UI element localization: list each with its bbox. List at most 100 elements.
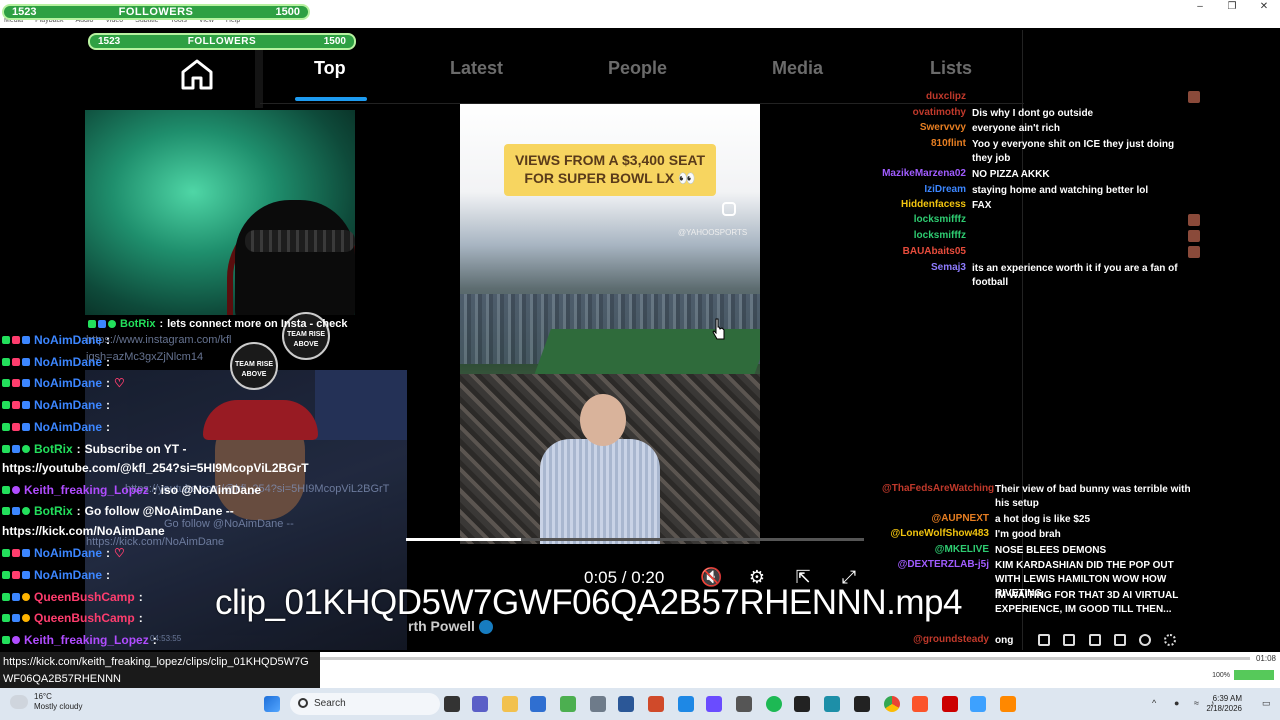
chat-username — [882, 589, 989, 617]
home-icon[interactable] — [180, 58, 214, 90]
chat-separator: : — [76, 442, 81, 456]
clip-url[interactable]: https://kick.com/keith_freaking_lopez/cl… — [0, 652, 320, 688]
file-explorer-icon[interactable] — [502, 696, 518, 712]
chat-username: 810flint — [930, 138, 966, 149]
app-icon[interactable] — [560, 696, 576, 712]
active-app-icon[interactable] — [970, 696, 986, 712]
chat-link[interactable]: https://kick.com/NoAimDane — [2, 524, 165, 538]
followers-count: 1523 — [12, 6, 37, 18]
caption-line: FOR SUPER BOWL LX 👀 — [524, 170, 696, 186]
brave-icon[interactable] — [912, 696, 928, 712]
chat-row: NoAimDane : — [2, 420, 114, 434]
task-view-icon[interactable] — [444, 696, 460, 712]
minimize-button[interactable]: – — [1184, 0, 1216, 14]
chat-message: its an experience worth it if you are a … — [972, 263, 1178, 288]
game-icon[interactable] — [706, 696, 722, 712]
tab-people[interactable]: People — [608, 58, 667, 79]
weather-widget[interactable]: 16°C Mostly cloudy — [10, 692, 82, 712]
chat-message: NOSE BLEES DEMONS — [995, 545, 1107, 556]
seek-bar[interactable] — [320, 657, 1250, 660]
volume-label: 100% — [1212, 672, 1230, 679]
chat-row: @AUPNEXT a hot dog is like $25 — [882, 513, 1195, 527]
maximize-button[interactable]: ❐ — [1216, 0, 1248, 14]
active-tab-indicator — [295, 97, 367, 101]
chat-badges-icon — [2, 593, 30, 601]
system-clock[interactable]: 6:39 AM 2/18/2026 — [1206, 694, 1242, 714]
chat-separator: : — [106, 333, 111, 347]
tab-media[interactable]: Media — [772, 58, 823, 79]
tab-latest[interactable]: Latest — [450, 58, 503, 79]
chat-separator: : — [106, 376, 111, 390]
start-icon[interactable] — [264, 696, 280, 712]
close-button[interactable]: ✕ — [1248, 0, 1280, 14]
app-icon[interactable] — [648, 696, 664, 712]
popout-icon[interactable] — [1038, 634, 1050, 646]
clip-filename: clip_01KHQD5W7GWF06QA2B57RHENNN.mp4 — [215, 583, 962, 622]
spectator-head — [580, 394, 626, 446]
chat-row: Hiddenfacess FAX — [876, 199, 1182, 213]
video-progress-fill — [406, 538, 521, 541]
gear-icon[interactable] — [1164, 634, 1176, 646]
chat-row: IziDream staying home and watching better… — [876, 184, 1182, 198]
wifi-icon[interactable]: ≈ — [1194, 698, 1204, 708]
chrome-icon[interactable] — [884, 696, 900, 712]
followers-goal-bar: 1523 FOLLOWERS 1500 — [2, 4, 310, 20]
microphone-icon[interactable]: ● — [1174, 698, 1184, 708]
followers-goal: 1500 — [323, 36, 346, 47]
chevron-up-icon[interactable]: ^ — [1152, 698, 1162, 708]
search-icon — [298, 698, 308, 708]
app-icon[interactable] — [942, 696, 958, 712]
teams-icon[interactable] — [472, 696, 488, 712]
photos-icon[interactable] — [618, 696, 634, 712]
app-icon[interactable] — [854, 696, 870, 712]
taskbar-search[interactable]: Search — [290, 693, 440, 715]
target-icon[interactable] — [1139, 634, 1151, 646]
vlc-icon[interactable] — [1000, 696, 1016, 712]
bandana — [245, 230, 355, 252]
spectator-shirt — [540, 439, 660, 544]
chat-row: BotRix : lets connect more on Insta - ch… — [88, 318, 347, 330]
chat-message: Dis why I dont go outside — [972, 108, 1094, 119]
store-icon[interactable] — [530, 696, 546, 712]
badge-text: TEAM RISE ABOVE — [234, 361, 274, 378]
tab-lists[interactable]: Lists — [930, 58, 972, 79]
chat-badges-icon — [2, 486, 20, 494]
spotify-icon[interactable] — [766, 696, 782, 712]
chat-row: locksmifffz — [876, 214, 1200, 226]
chat-username: NoAimDane — [34, 546, 103, 560]
chat-separator: : — [106, 398, 111, 412]
chat-row: QueenBushCamp : — [2, 590, 147, 604]
settings-icon[interactable] — [590, 696, 606, 712]
chat-link[interactable]: https://youtube.com/@kfl_254?si=5HI9Mcop… — [2, 461, 309, 475]
chat-row: IM WAITING FOR THAT 3D AI VIRTUAL EXPERI… — [882, 589, 1195, 617]
expand-icon[interactable] — [1114, 634, 1126, 646]
window-icon[interactable] — [1089, 634, 1101, 646]
chat-message: Yoo y everyone shit on ICE they just doi… — [972, 139, 1175, 164]
chat-separator: : — [76, 504, 81, 518]
chat-row: NoAimDane : ♡ — [2, 546, 125, 560]
chat-username: BotRix — [34, 442, 73, 456]
taskbar: 16°C Mostly cloudy Search ^ ● ≈ ♪ 6:39 A… — [0, 688, 1280, 720]
edge-icon[interactable] — [824, 696, 840, 712]
app-icon[interactable] — [794, 696, 810, 712]
chat-username: BAUAbaits05 — [902, 246, 966, 257]
video-progress-bar[interactable] — [406, 538, 864, 541]
notifications-icon[interactable]: ▭ — [1262, 698, 1272, 708]
chat-username: QueenBushCamp — [34, 611, 135, 625]
layout-icon[interactable] — [1063, 634, 1075, 646]
chat-username: locksmifffz — [913, 230, 966, 241]
chat-message — [972, 214, 1182, 226]
chat-row: duxclipz — [876, 91, 1200, 103]
chat-row: MazikeMarzena02 NO PIZZA AKKK — [876, 168, 1182, 182]
security-icon[interactable] — [678, 696, 694, 712]
chat-row: BotRix : Go follow @NoAimDane -- — [2, 504, 234, 518]
app-icon[interactable] — [736, 696, 752, 712]
team-badge: TEAM RISE ABOVE — [230, 342, 278, 390]
chat-username: QueenBushCamp — [34, 590, 135, 604]
chat-badges-icon — [2, 358, 30, 366]
weather-condition: Mostly cloudy — [34, 702, 83, 711]
tab-top[interactable]: Top — [314, 58, 346, 79]
volume-slider[interactable] — [1234, 670, 1274, 680]
chat-message — [972, 246, 1182, 258]
chat-message: lets connect more on Insta - check — [167, 318, 348, 330]
